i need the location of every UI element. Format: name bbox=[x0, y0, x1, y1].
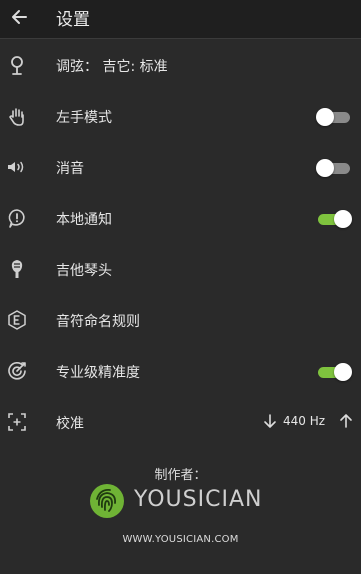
toggle-knob bbox=[334, 363, 352, 381]
setting-tuning[interactable]: 调弦： 吉它: 标准 bbox=[0, 41, 361, 91]
setting-label: 左手模式 bbox=[56, 110, 112, 126]
setting-label: 音符命名规则 bbox=[56, 314, 140, 330]
setting-mute[interactable]: 消音 bbox=[0, 143, 361, 193]
app-header: 设置 bbox=[0, 0, 361, 39]
toggle-knob bbox=[334, 210, 352, 228]
calibration-value: 440 Hz bbox=[283, 414, 326, 428]
precision-target-icon bbox=[8, 362, 26, 380]
toggle-knob bbox=[316, 159, 334, 177]
arrow-left-icon bbox=[12, 10, 27, 24]
setting-guitar-headstock[interactable]: 吉他琴头 bbox=[0, 245, 361, 295]
speaker-icon bbox=[8, 161, 24, 173]
arrow-down-icon[interactable] bbox=[263, 413, 277, 429]
made-by-label: 制作者： bbox=[154, 468, 207, 483]
notification-bubble-icon bbox=[8, 209, 25, 228]
mute-toggle[interactable] bbox=[316, 159, 352, 177]
setting-label: 本地通知 bbox=[56, 212, 112, 228]
setting-label: 吉他琴头 bbox=[56, 263, 112, 279]
toggle-knob bbox=[316, 108, 334, 126]
brand-wordmark: YOUSICIAN bbox=[134, 487, 263, 512]
calibration-control: 440 Hz bbox=[263, 412, 353, 432]
left-hand-icon bbox=[9, 108, 24, 126]
website-link[interactable]: WWW.YOUSICIAN.COM bbox=[0, 534, 361, 545]
setting-calibrate[interactable]: 校准 440 Hz bbox=[0, 398, 361, 448]
page-title: 设置 bbox=[56, 10, 90, 30]
setting-label: 调弦： 吉它: 标准 bbox=[56, 59, 168, 75]
setting-left-hand-mode[interactable]: 左手模式 bbox=[0, 92, 361, 142]
local-notifications-toggle[interactable] bbox=[316, 210, 352, 228]
setting-label: 校准 bbox=[56, 416, 84, 432]
calibrate-icon bbox=[8, 413, 26, 431]
note-naming-icon bbox=[8, 310, 26, 330]
setting-note-naming[interactable]: 音符命名规则 bbox=[0, 296, 361, 346]
yousician-logo: YOUSICIAN bbox=[89, 483, 263, 519]
setting-local-notifications[interactable]: 本地通知 bbox=[0, 194, 361, 244]
guitar-headstock-icon bbox=[11, 260, 23, 278]
tuning-fork-icon bbox=[11, 56, 23, 75]
pro-precision-toggle[interactable] bbox=[316, 363, 352, 381]
back-button[interactable] bbox=[6, 4, 34, 30]
arrow-up-icon[interactable] bbox=[339, 413, 353, 429]
left-hand-mode-toggle[interactable] bbox=[316, 108, 352, 126]
setting-pro-precision[interactable]: 专业级精准度 bbox=[0, 347, 361, 397]
setting-label: 消音 bbox=[56, 161, 84, 177]
setting-label: 专业级精准度 bbox=[56, 365, 140, 381]
yousician-fingerprint-icon bbox=[90, 484, 124, 518]
